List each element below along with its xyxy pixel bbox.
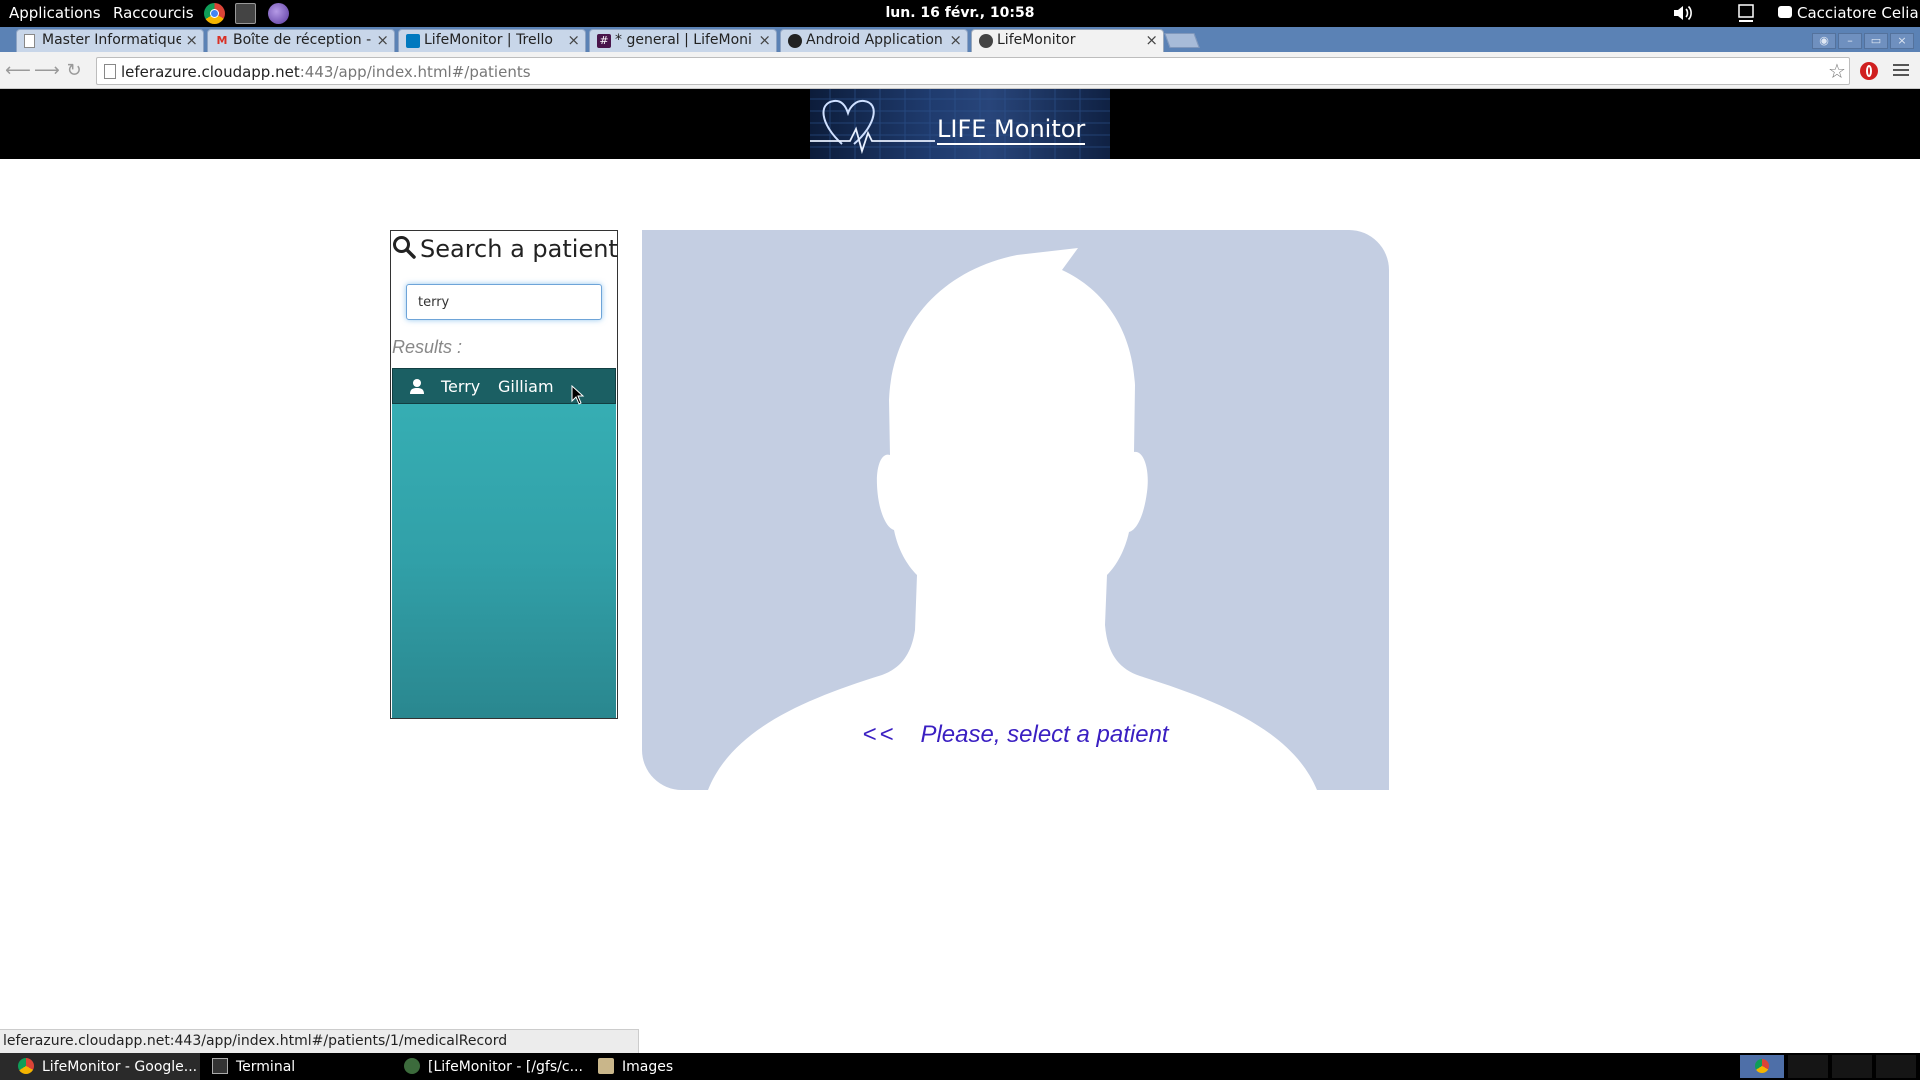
tab-label: Boîte de réception -	[233, 32, 372, 48]
app-header: LIFE Monitor	[0, 89, 1920, 159]
taskbar: LifeMonitor - Google... Terminal [LifeMo…	[0, 1053, 1920, 1080]
url-text[interactable]: leferazure.cloudapp.net:443/app/index.ht…	[121, 63, 531, 81]
search-title: Search a patient	[392, 235, 618, 269]
tab-label: Master Informatique	[42, 32, 181, 48]
new-tab-button[interactable]	[1164, 33, 1200, 48]
close-icon[interactable]: ×	[185, 31, 198, 49]
taskbar-item-terminal[interactable]: Terminal	[200, 1053, 390, 1080]
folder-icon	[598, 1058, 614, 1074]
taskbar-label: Terminal	[236, 1059, 296, 1075]
patient-search-panel: Search a patient Results : Terry Gilliam	[390, 230, 618, 719]
taskbar-item-chrome[interactable]: LifeMonitor - Google...	[0, 1053, 200, 1080]
tab-label: LifeMonitor	[997, 32, 1076, 48]
url-path: :443/app/index.html#/patients	[299, 63, 531, 81]
address-bar[interactable]: leferazure.cloudapp.net:443/app/index.ht…	[96, 57, 1850, 85]
tab-label: LifeMonitor | Trello	[424, 32, 553, 48]
lifemonitor-logo[interactable]: LIFE Monitor	[810, 89, 1110, 159]
accessibility-icon[interactable]	[1736, 3, 1756, 23]
select-patient-prompt: << Please, select a patient	[642, 721, 1389, 749]
maximize-button[interactable]: ▭	[1864, 33, 1888, 49]
logo-text: LIFE Monitor	[937, 115, 1086, 145]
adblock-extension-icon[interactable]	[1860, 62, 1878, 80]
silhouette-image	[708, 248, 1317, 790]
workspace-switcher-2[interactable]	[1788, 1055, 1828, 1078]
eclipse-icon	[404, 1058, 420, 1074]
tab-label: Android Application	[806, 32, 943, 48]
taskbar-label: Images	[622, 1059, 674, 1075]
github-icon	[788, 34, 802, 48]
back-button[interactable]: ⟵	[5, 60, 31, 82]
top-panel: Applications Raccourcis lun. 16 févr., 1…	[0, 0, 1920, 27]
workspace-switcher-3[interactable]	[1832, 1055, 1872, 1078]
result-last-name: Gilliam	[498, 377, 554, 396]
bookmark-star-icon[interactable]: ☆	[1828, 59, 1846, 83]
patient-placeholder-card: << Please, select a patient	[642, 230, 1389, 790]
results-list: Terry Gilliam	[392, 368, 616, 718]
taskbar-label: [LifeMonitor - [/gfs/c...	[428, 1059, 583, 1075]
result-first-name: Terry	[441, 377, 481, 396]
window-controls: ◉ – ▭ ×	[1810, 29, 1914, 49]
url-host: leferazure.cloudapp.net	[121, 63, 300, 81]
volume-icon[interactable]	[1672, 3, 1694, 23]
close-icon[interactable]: ×	[1145, 31, 1158, 49]
close-window-button[interactable]: ×	[1890, 33, 1914, 49]
workspace-switcher-active[interactable]	[1740, 1055, 1784, 1078]
profile-icon[interactable]: ◉	[1812, 33, 1836, 49]
minimize-button[interactable]: –	[1838, 33, 1862, 49]
close-icon[interactable]: ×	[376, 31, 389, 49]
chrome-menu-icon[interactable]	[1893, 61, 1909, 79]
clock[interactable]: lun. 16 févr., 10:58	[0, 5, 1920, 21]
lifemonitor-icon	[979, 34, 993, 48]
gmail-icon: M	[216, 34, 228, 47]
workspace-switcher-4[interactable]	[1876, 1055, 1916, 1078]
slack-icon: #	[597, 34, 611, 48]
close-icon[interactable]: ×	[567, 31, 580, 49]
tab-slack[interactable]: # * general | LifeMoni ×	[589, 29, 777, 52]
taskbar-item-images[interactable]: Images	[590, 1053, 750, 1080]
tab-master-informatique[interactable]: Master Informatique ×	[16, 29, 204, 52]
status-bubble: leferazure.cloudapp.net:443/app/index.ht…	[0, 1029, 639, 1053]
close-icon[interactable]: ×	[949, 31, 962, 49]
patient-search-input[interactable]	[406, 284, 602, 320]
results-label: Results :	[392, 337, 463, 357]
tab-github[interactable]: Android Application ×	[780, 29, 968, 52]
tab-strip: Master Informatique × M Boîte de récepti…	[0, 27, 1920, 52]
tab-inbox[interactable]: M Boîte de réception - ×	[207, 29, 395, 52]
close-icon[interactable]: ×	[758, 31, 771, 49]
chrome-icon	[18, 1058, 34, 1074]
search-icon	[392, 235, 416, 265]
forward-button[interactable]: ⟶	[34, 60, 60, 82]
user-menu[interactable]: Cacciatore Celia	[1797, 4, 1919, 22]
tab-label: * general | LifeMoni	[615, 32, 752, 48]
trello-icon	[406, 34, 420, 48]
terminal-icon	[212, 1058, 228, 1074]
mouse-cursor-icon	[571, 384, 585, 409]
taskbar-label: LifeMonitor - Google...	[42, 1059, 198, 1075]
reload-button[interactable]: ↻	[63, 60, 85, 82]
select-patient-message: Please, select a patient	[920, 721, 1169, 748]
page-icon	[24, 34, 35, 48]
search-title-text: Search a patient	[420, 235, 618, 263]
page-icon	[104, 64, 116, 79]
taskbar-item-eclipse[interactable]: [LifeMonitor - [/gfs/c...	[390, 1053, 590, 1080]
tab-trello[interactable]: LifeMonitor | Trello ×	[398, 29, 586, 52]
browser-toolbar: ⟵ ⟶ ↻ leferazure.cloudapp.net:443/app/in…	[0, 52, 1920, 89]
chrome-icon	[1755, 1059, 1769, 1073]
tab-lifemonitor[interactable]: LifeMonitor ×	[971, 29, 1164, 52]
chat-icon[interactable]	[1778, 6, 1792, 18]
user-icon	[409, 378, 425, 398]
left-arrows-icon: <<	[862, 721, 897, 748]
